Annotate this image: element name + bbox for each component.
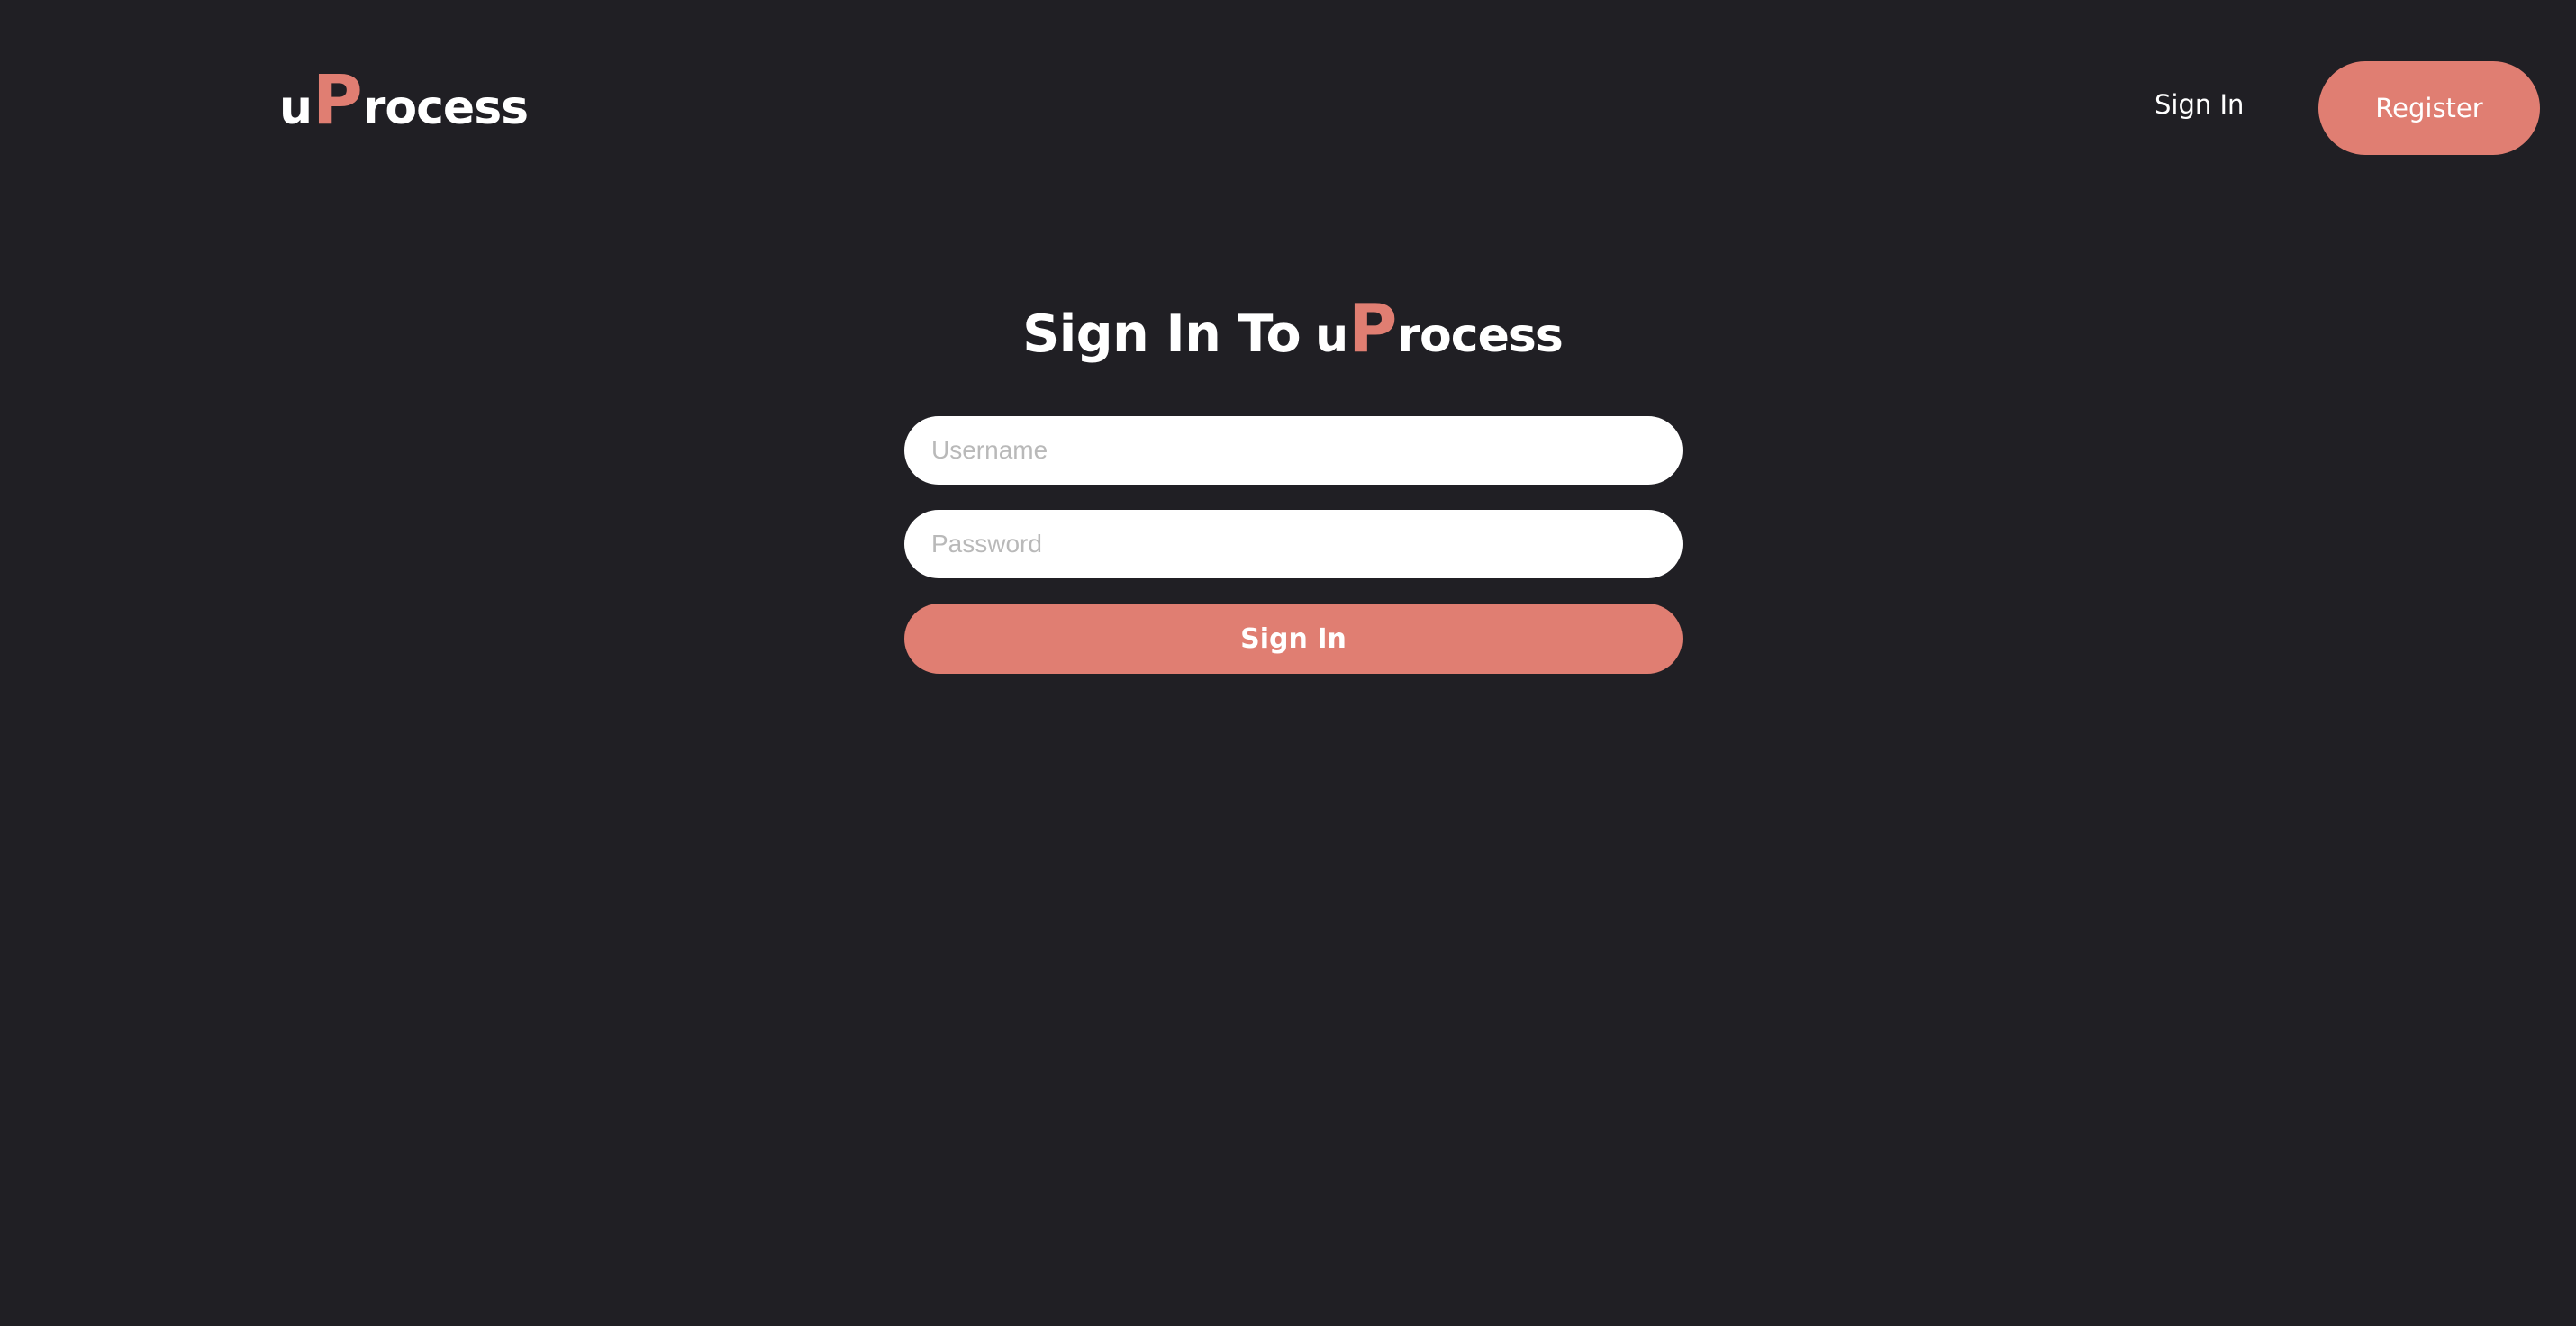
logo-prefix: u [279,81,313,135]
logo[interactable]: u Process [279,59,529,141]
nav-signin-link[interactable]: Sign In [2154,83,2244,126]
page-title-text: Sign In To [1022,304,1302,364]
page-title: Sign In To u Process [0,290,2576,368]
title-brand-prefix: u [1315,309,1348,363]
register-button[interactable]: Register [2318,61,2540,155]
logo-highlight: P [313,59,363,140]
title-brand-highlight: P [1348,290,1397,368]
logo-suffix: rocess [362,81,529,135]
username-input[interactable] [904,416,1683,485]
signin-submit-button[interactable]: Sign In [904,604,1683,674]
password-input[interactable] [904,510,1683,578]
page-title-brand: u Process [1315,290,1564,368]
title-brand-suffix: rocess [1397,309,1563,363]
signin-page: u Process Sign In Register Sign In To uPr… [0,0,2576,1326]
